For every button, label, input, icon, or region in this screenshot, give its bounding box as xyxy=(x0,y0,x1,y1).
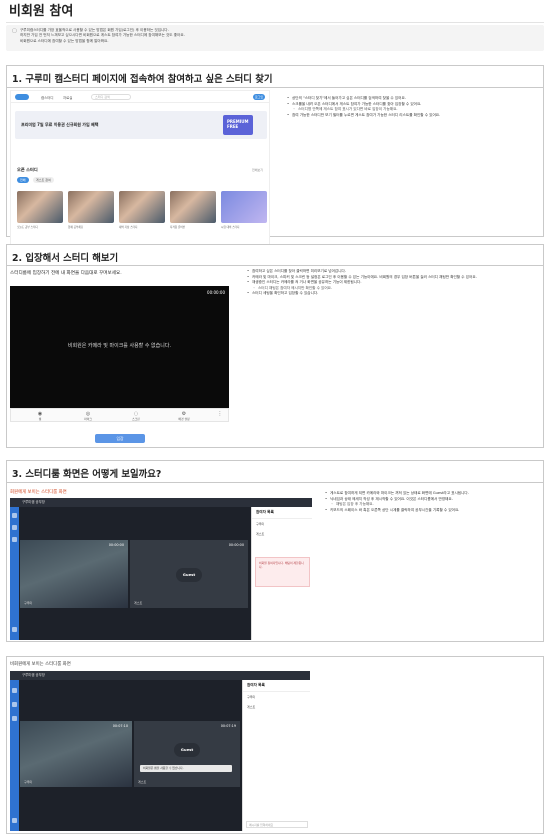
thumb-caption: 자격증 준비반 xyxy=(170,226,186,229)
study-timer[interactable]: 00:07:19 xyxy=(221,724,236,728)
participant-row[interactable]: 구루미 xyxy=(243,692,310,702)
section-heading: 2. 입장해서 스터디 해보기 xyxy=(12,253,119,264)
more-button[interactable]: ⋮ xyxy=(211,411,229,417)
bullet: 스터디 세팅을 확인하고 입장할 수 있습니다. xyxy=(247,291,537,297)
bullet: 참여 가능한 스터디만 보기 필터를 누르면 게스트 참여가 가능한 스터디 리… xyxy=(287,113,537,119)
guest-video: 00:07:19 Guest 비회원은 캠을 사용할 수 없습니다. 게스트 xyxy=(134,721,240,787)
thumb-caption: 오늘도 공부 스터디 xyxy=(17,226,38,229)
section1-bullets: 상단의 "스터디 찾기"에서 들어가고 싶은 스터디를 검색하여 찾을 수 있어… xyxy=(287,96,537,118)
ctrl-label: 마이크 xyxy=(84,417,92,421)
room-title: 구루미캠 공부방 xyxy=(10,671,310,680)
section-heading: 1. 구루미 캠스터디 페이지에 접속하여 참여하고 싶은 스터디 찾기 xyxy=(12,74,273,85)
section-member-view: 3. 스터디룸 화면은 어떻게 보일까요? 회원에게 보이는 스터디룸 화면 구… xyxy=(6,460,544,642)
study-thumbnail[interactable] xyxy=(119,191,165,223)
camera-preview: 00:00:00 비회원은 카메라 및 마이크를 사용할 수 없습니다. xyxy=(10,286,229,408)
study-thumbnail[interactable] xyxy=(221,191,267,223)
thumb-caption: 함께 공부해요 xyxy=(68,226,84,229)
login-button[interactable]: 로그인 xyxy=(253,94,265,100)
guest-tooltip: 비회원은 캠을 사용할 수 없습니다. xyxy=(140,765,232,772)
ctrl-label: 배경 설정 xyxy=(178,417,190,421)
page-title: 비회원 참여 xyxy=(9,4,74,19)
guest-studyroom: 구루미캠 공부방 00:07:10 구루미 00:07:19 Guest 비회원… xyxy=(10,671,310,831)
panel-title: 참여자 목록 xyxy=(243,680,310,692)
room-title: 구루미캠 공부방 xyxy=(10,498,312,507)
section3-bullets: 게스트로 참여하게 되면 카메라와 마이크는 꺼져 있는 상태로 화면에 Gue… xyxy=(325,491,537,513)
section-heading: 3. 스터디룸 화면은 어떻게 보일까요? xyxy=(12,469,162,480)
section-find-study: 1. 구루미 캠스터디 페이지에 접속하여 참여하고 싶은 스터디 찾기 캠스터… xyxy=(6,65,544,250)
study-timer[interactable]: 00:07:10 xyxy=(113,724,128,728)
participant-name: 게스트 xyxy=(138,780,147,784)
nav-item[interactable]: 캠스터디 xyxy=(41,95,53,100)
camera-prompt: 스터디룸에 입장하기 전에 내 화면을 다음대로 꾸며보세요. xyxy=(10,271,122,276)
camera-disabled-msg: 비회원은 카메라 및 마이크를 사용할 수 없습니다. xyxy=(67,343,172,349)
preview-controls: ◉ 캠 ◎ 마이크 ◌ 스크린 ⚙ 배경 설정 ⋮ xyxy=(10,408,229,422)
intro-callout: ▢ 구루미캠스터디를 가장 효율적으로 사용할 수 있는 방법은 회원 가입(로… xyxy=(6,25,544,51)
mic-toggle[interactable]: ◎ 마이크 xyxy=(79,411,97,421)
section-enter-study: 2. 입장해서 스터디 해보기 스터디룸에 입장하기 전에 내 화면을 다음대로… xyxy=(6,244,544,448)
filter-chip-all[interactable]: 전체 xyxy=(17,177,29,183)
participant-name: 구루미 xyxy=(24,780,33,784)
promo-banner[interactable]: 프리미엄 7일 무료 이용권 신규회원 가입 혜택 PREMIUM FREE xyxy=(15,111,267,139)
member-video: 00:00:00 구루미 xyxy=(20,540,128,608)
study-timer[interactable]: 00:00:00 xyxy=(229,543,244,547)
preview-timer: 00:00:00 xyxy=(207,290,225,295)
left-toolbar xyxy=(10,680,19,831)
screen-toggle[interactable]: ◌ 스크린 xyxy=(127,411,145,421)
participant-row[interactable]: 구루미 xyxy=(252,519,312,529)
banner-text: 프리미엄 7일 무료 이용권 신규회원 가입 혜택 xyxy=(21,122,99,127)
cam-toggle[interactable]: ◉ 캠 xyxy=(31,411,49,421)
member-view-label: 회원에게 보이는 스터디룸 화면 xyxy=(10,490,67,495)
see-all-link[interactable]: 전체보기 xyxy=(252,168,263,172)
callout-line: 비회원으로 스터디에 참여할 수 있는 방법을 함께 알아봐요. xyxy=(20,38,109,43)
section-guest-view: 비회원에게 보이는 스터디룸 화면 구루미캠 공부방 00:07:10 구루미 … xyxy=(6,656,544,834)
left-toolbar xyxy=(10,507,19,640)
bullet: 키보드의 스페이스 바 혹은 오른쪽 상단 시계를 클릭하여 공부시간을 기록할… xyxy=(325,508,537,514)
guest-video: 00:00:00 Guest 게스트 xyxy=(130,540,248,608)
participant-row[interactable]: 게스트 xyxy=(252,529,312,539)
thumb-caption: 시험 대비 스터디 xyxy=(221,226,240,229)
guest-view-label: 비회원에게 보이는 스터디룸 화면 xyxy=(10,662,71,667)
guest-warning: 비회원 참여자입니다. 채팅이 제한됩니다. xyxy=(255,557,310,587)
guest-label: Guest xyxy=(174,743,200,757)
ctrl-label: 스크린 xyxy=(132,417,140,421)
enter-button[interactable]: 입장 xyxy=(95,434,145,443)
section2-bullets: 참여하고 싶은 스터디를 찾아 클릭하면 미리보기로 넘어갑니다. 카메라 및 … xyxy=(247,269,537,297)
participant-name: 구루미 xyxy=(24,601,33,605)
nav-item[interactable]: 자료실 xyxy=(63,95,72,100)
background-button[interactable]: ⚙ 배경 설정 xyxy=(175,411,193,421)
member-studyroom: 구루미캠 공부방 00:00:00 구루미 00:00:00 Guest 게스트… xyxy=(10,498,312,640)
participant-name: 게스트 xyxy=(134,601,143,605)
study-thumbnail[interactable] xyxy=(170,191,216,223)
ctrl-label: 캠 xyxy=(38,417,42,421)
participant-panel: 참여자 목록 구루미 게스트 메시지를 입력하세요 xyxy=(242,680,310,831)
participant-panel: 참여자 목록 구루미 게스트 비회원 참여자입니다. 채팅이 제한됩니다. xyxy=(251,507,312,640)
guest-label: Guest xyxy=(176,568,202,582)
search-input[interactable]: 스터디 검색 xyxy=(91,94,131,100)
page-title-bar: 비회원 참여 xyxy=(6,3,544,23)
member-video: 00:07:10 구루미 xyxy=(20,721,132,787)
study-thumbnail[interactable] xyxy=(68,191,114,223)
chat-input[interactable]: 메시지를 입력하세요 xyxy=(246,821,308,828)
study-timer[interactable]: 00:00:00 xyxy=(109,543,124,547)
participant-row[interactable]: 게스트 xyxy=(243,702,310,712)
study-thumbnail[interactable] xyxy=(17,191,63,223)
more-icon: ⋮ xyxy=(217,411,223,417)
site-nav: 캠스터디 자료실 스터디 검색 로그인 xyxy=(11,91,269,103)
site-logo xyxy=(15,94,29,100)
study-list-heading: 오픈 스터디 xyxy=(17,167,38,172)
panel-title: 참여자 목록 xyxy=(252,507,312,519)
info-icon: ▢ xyxy=(12,28,17,34)
premium-badge: PREMIUM FREE xyxy=(223,115,253,135)
thumb-caption: 새벽 기상 스터디 xyxy=(119,226,138,229)
filter-chip-guest[interactable]: 게스트 참여 xyxy=(33,177,54,183)
site-screenshot: 캠스터디 자료실 스터디 검색 로그인 프리미엄 7일 무료 이용권 신규회원 … xyxy=(10,90,270,250)
